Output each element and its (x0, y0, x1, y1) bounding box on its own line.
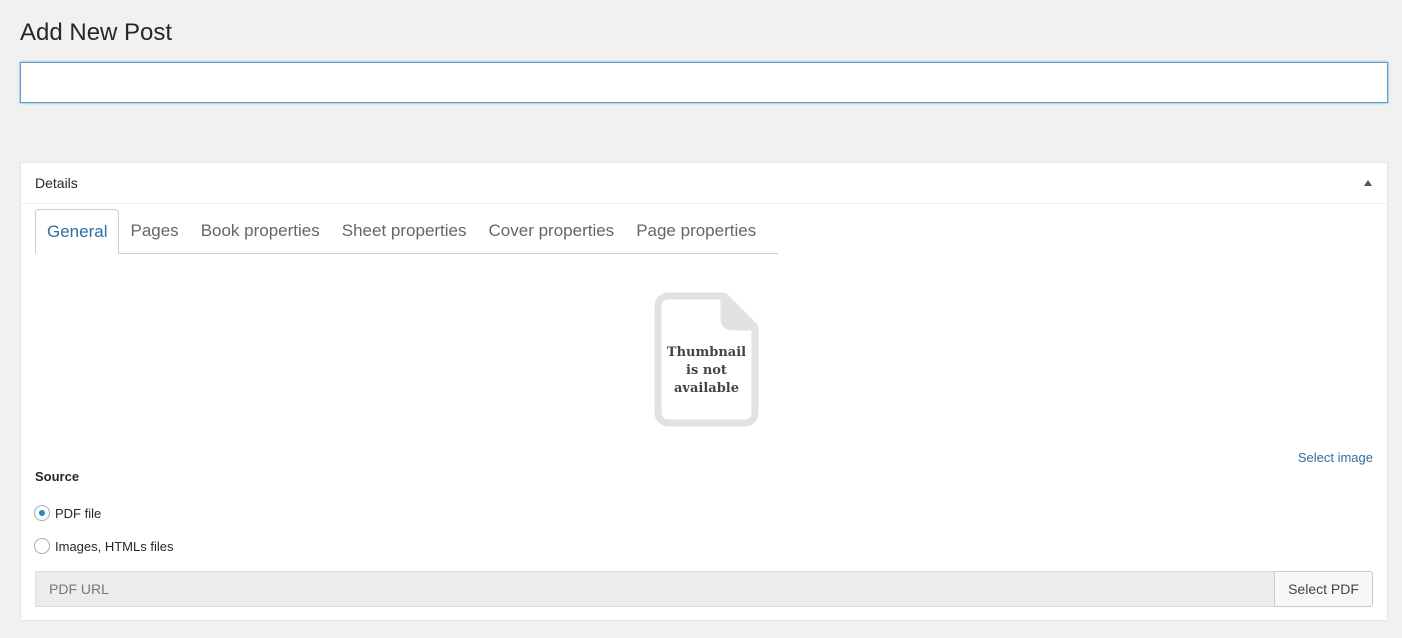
details-postbox: Details General Pages Book properties Sh… (20, 162, 1388, 621)
collapse-arrow-icon[interactable] (1364, 180, 1372, 186)
tab-page-properties[interactable]: Page properties (625, 209, 767, 253)
pdf-file-radio[interactable] (34, 505, 50, 521)
pdf-url-row: Select PDF (35, 571, 1373, 607)
tab-bar: General Pages Book properties Sheet prop… (35, 209, 778, 254)
select-pdf-button[interactable]: Select PDF (1274, 571, 1373, 607)
thumbnail-text-line: is not (686, 363, 727, 378)
source-label: Source (35, 469, 80, 484)
thumbnail-text: Thumbnail is not available (654, 344, 759, 398)
images-html-label: Images, HTMLs files (55, 538, 174, 554)
thumbnail-text-line: available (674, 381, 739, 396)
thumbnail-text-line: Thumbnail (666, 345, 747, 360)
tab-cover-properties[interactable]: Cover properties (478, 209, 626, 253)
source-option-pdf[interactable]: PDF file (34, 505, 101, 521)
images-html-radio[interactable] (34, 538, 50, 554)
page-title: Add New Post (20, 19, 173, 46)
thumbnail-placeholder: Thumbnail is not available (654, 292, 759, 427)
tab-pages[interactable]: Pages (119, 209, 189, 253)
postbox-title: Details (35, 175, 78, 191)
tab-sheet-properties[interactable]: Sheet properties (331, 209, 478, 253)
post-title-input[interactable] (20, 62, 1388, 103)
source-option-images[interactable]: Images, HTMLs files (34, 538, 173, 554)
pdf-file-label: PDF file (55, 505, 102, 521)
postbox-header[interactable]: Details (21, 163, 1387, 204)
select-image-link[interactable]: Select image (1298, 450, 1373, 465)
tab-general[interactable]: General (35, 209, 120, 254)
tab-book-properties[interactable]: Book properties (190, 209, 331, 253)
pdf-url-input[interactable] (35, 571, 1274, 607)
